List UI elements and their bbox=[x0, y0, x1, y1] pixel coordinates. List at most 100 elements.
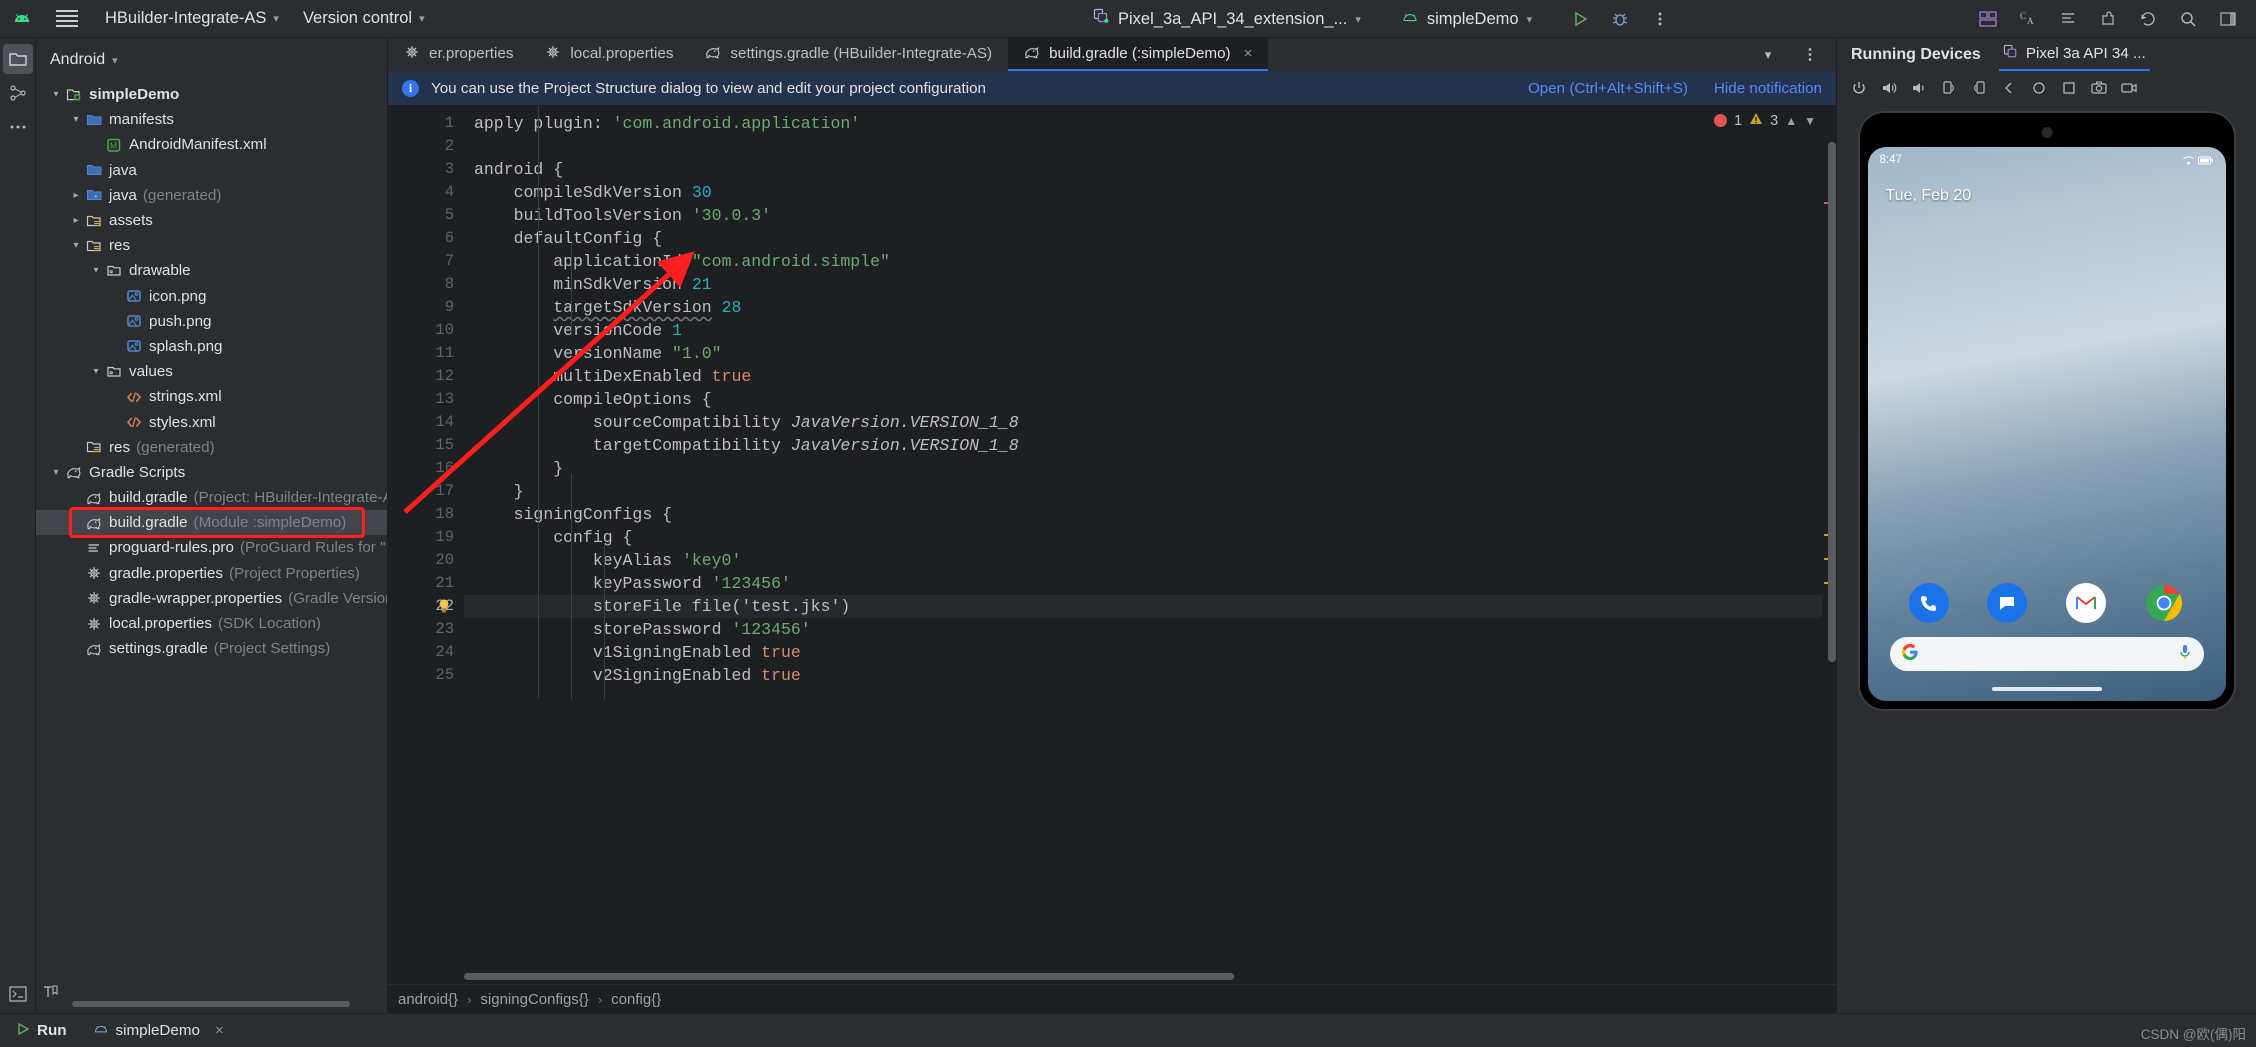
chevron-down-icon[interactable]: ▾ bbox=[1748, 40, 1788, 70]
gmail-app-icon[interactable] bbox=[2065, 583, 2106, 623]
sidebar-item-more[interactable] bbox=[3, 112, 33, 142]
code-line[interactable]: } bbox=[464, 480, 1822, 503]
code-line[interactable]: versionCode 1 bbox=[464, 319, 1822, 342]
chevron-right-icon[interactable]: ▸ bbox=[68, 215, 84, 226]
power-icon[interactable] bbox=[1845, 75, 1873, 101]
tree-row[interactable]: proguard-rules.pro (ProGuard Rules for ":… bbox=[36, 535, 387, 560]
more-vertical-icon[interactable] bbox=[1790, 40, 1830, 70]
device-selector[interactable]: Pixel_3a_API_34_extension_... ▾ bbox=[1085, 5, 1369, 33]
tree-row[interactable]: gradle-wrapper.properties (Gradle Version… bbox=[36, 586, 387, 611]
code-line[interactable]: compileOptions { bbox=[464, 388, 1822, 411]
editor-tab[interactable]: settings.gradle (HBuilder-Integrate-AS) bbox=[689, 38, 1008, 71]
run-session-tab[interactable]: simpleDemo × bbox=[87, 1020, 230, 1041]
layout-inspector-icon[interactable] bbox=[1968, 4, 2008, 34]
project-view-selector[interactable]: Android ▾ bbox=[36, 44, 387, 76]
run-button[interactable] bbox=[1560, 4, 1600, 34]
run-tool-window-button[interactable]: Run bbox=[10, 1020, 73, 1042]
tree-row[interactable]: push.png bbox=[36, 309, 387, 334]
breadcrumb-item[interactable]: signingConfigs{} bbox=[480, 991, 588, 1008]
chevron-down-icon[interactable]: ▾ bbox=[88, 366, 104, 377]
tree-row[interactable]: ▸ * java (generated) bbox=[36, 183, 387, 208]
code-editor[interactable]: 1234567891011121314151617181920212223242… bbox=[388, 106, 1836, 984]
code-line[interactable]: targetCompatibility JavaVersion.VERSION_… bbox=[464, 434, 1822, 457]
project-name-button[interactable]: HBuilder-Integrate-AS ▾ bbox=[96, 5, 288, 32]
sidebar-item-project[interactable] bbox=[2, 44, 33, 74]
inspection-summary[interactable]: 1 3 ▲ ▼ bbox=[1714, 112, 1816, 129]
volume-down-icon[interactable] bbox=[1905, 75, 1933, 101]
chevron-down-icon[interactable]: ▾ bbox=[68, 114, 84, 125]
code-line[interactable]: android { bbox=[464, 158, 1822, 181]
code-line[interactable]: sourceCompatibility JavaVersion.VERSION_… bbox=[464, 411, 1822, 434]
code-line[interactable]: applicationId "com.android.simple" bbox=[464, 250, 1822, 273]
line-number-gutter[interactable]: 1234567891011121314151617181920212223242… bbox=[388, 106, 464, 984]
phone-search-bar[interactable] bbox=[1889, 637, 2204, 671]
overview-icon[interactable] bbox=[2055, 75, 2083, 101]
plugins-icon[interactable] bbox=[2088, 4, 2128, 34]
code-line[interactable]: signingConfigs { bbox=[464, 503, 1822, 526]
notifications-icon[interactable] bbox=[2048, 4, 2088, 34]
code-line[interactable] bbox=[464, 135, 1822, 158]
run-configuration-selector[interactable]: simpleDemo ▾ bbox=[1393, 7, 1540, 32]
record-icon[interactable] bbox=[2115, 75, 2143, 101]
chevron-up-icon[interactable]: ▲ bbox=[1785, 114, 1797, 128]
messages-app-icon[interactable] bbox=[1987, 583, 2028, 623]
code-line[interactable]: } bbox=[464, 457, 1822, 480]
tree-row[interactable]: strings.xml bbox=[36, 384, 387, 409]
chevron-right-icon[interactable]: ▸ bbox=[68, 190, 84, 201]
code-line[interactable]: storeFile file('test.jks') bbox=[464, 595, 1822, 618]
editor-tab[interactable]: build.gradle (:simpleDemo) × bbox=[1008, 38, 1269, 71]
code-line[interactable]: config { bbox=[464, 526, 1822, 549]
project-tree[interactable]: ▾ simpleDemo ▾ manifests M AndroidManifest.xm… bbox=[36, 76, 387, 1013]
editor-tab[interactable]: local.properties bbox=[529, 38, 689, 71]
tree-row[interactable]: ▾ drawable bbox=[36, 258, 387, 283]
chevron-down-icon[interactable]: ▾ bbox=[48, 89, 64, 100]
home-icon[interactable] bbox=[2025, 75, 2053, 101]
hide-notification-link[interactable]: Hide notification bbox=[1714, 80, 1822, 97]
open-project-structure-link[interactable]: Open (Ctrl+Alt+Shift+S) bbox=[1528, 80, 1688, 97]
tree-row[interactable]: M AndroidManifest.xml bbox=[36, 132, 387, 157]
code-line[interactable]: multiDexEnabled true bbox=[464, 365, 1822, 388]
hamburger-menu-icon[interactable] bbox=[44, 7, 90, 30]
editor-horizontal-scrollbar[interactable] bbox=[464, 973, 1234, 980]
editor-tab[interactable]: er.properties bbox=[388, 38, 529, 71]
tree-row[interactable]: ▸ assets bbox=[36, 208, 387, 233]
device-tab[interactable]: Pixel 3a API 34 ... bbox=[1998, 38, 2150, 71]
tree-row[interactable]: ▾ manifests bbox=[36, 107, 387, 132]
editor-vertical-scrollbar[interactable] bbox=[1828, 142, 1836, 662]
screenshot-icon[interactable] bbox=[2085, 75, 2113, 101]
translate-icon[interactable]: C A bbox=[2008, 4, 2048, 34]
close-icon[interactable]: × bbox=[215, 1022, 224, 1039]
chevron-down-icon[interactable]: ▾ bbox=[68, 240, 84, 251]
code-line[interactable]: v1SigningEnabled true bbox=[464, 641, 1822, 664]
code-line[interactable]: keyPassword '123456' bbox=[464, 572, 1822, 595]
sidebar-right-icon[interactable] bbox=[2208, 4, 2248, 34]
chevron-down-icon[interactable]: ▼ bbox=[1804, 114, 1816, 128]
chevron-down-icon[interactable]: ▾ bbox=[48, 467, 64, 478]
tree-row[interactable]: ▾ res bbox=[36, 233, 387, 258]
tree-row[interactable]: res (generated) bbox=[36, 435, 387, 460]
tree-row-selected[interactable]: build.gradle (Module :simpleDemo) bbox=[36, 510, 387, 536]
code-line[interactable]: keyAlias 'key0' bbox=[464, 549, 1822, 572]
code-line[interactable]: minSdkVersion 21 bbox=[464, 273, 1822, 296]
phone-screen[interactable]: 8:47 Tue, Feb 20 bbox=[1867, 147, 2226, 701]
code-line[interactable]: versionName "1.0" bbox=[464, 342, 1822, 365]
sidebar-item-terminal[interactable] bbox=[0, 985, 36, 1003]
breadcrumb-item[interactable]: android{} bbox=[398, 991, 458, 1008]
tree-row[interactable]: ▾ simpleDemo bbox=[36, 82, 387, 107]
code-line[interactable]: defaultConfig { bbox=[464, 227, 1822, 250]
bookmarks-icon[interactable] bbox=[40, 982, 60, 1007]
tree-row[interactable]: icon.png bbox=[36, 284, 387, 309]
tree-row[interactable]: local.properties (SDK Location) bbox=[36, 611, 387, 636]
device-mirror[interactable]: 8:47 Tue, Feb 20 bbox=[1837, 105, 2256, 1013]
more-actions-button[interactable] bbox=[1640, 4, 1680, 34]
search-icon[interactable] bbox=[2168, 4, 2208, 34]
sidebar-item-structure[interactable] bbox=[3, 78, 33, 108]
tree-row[interactable]: build.gradle (Project: HBuilder-Integrate… bbox=[36, 485, 387, 510]
rotate-right-icon[interactable] bbox=[1965, 75, 1993, 101]
tree-row[interactable]: settings.gradle (Project Settings) bbox=[36, 636, 387, 661]
intention-bulb-icon[interactable] bbox=[436, 598, 452, 614]
microphone-icon[interactable] bbox=[2178, 644, 2192, 665]
tree-horizontal-scrollbar[interactable] bbox=[72, 1001, 350, 1007]
debug-button[interactable] bbox=[1600, 4, 1640, 34]
phone-app-icon[interactable] bbox=[1908, 583, 1949, 623]
